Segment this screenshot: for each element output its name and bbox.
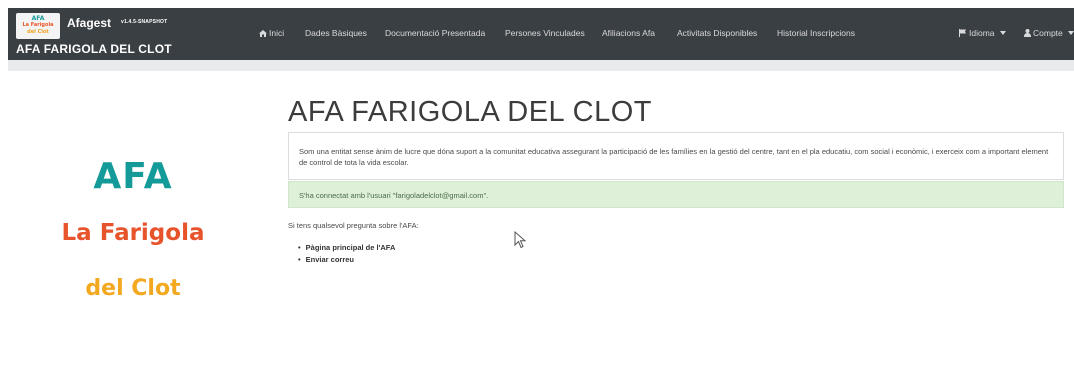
brand-logo-line3: del Clot [27,29,49,35]
question-text: Si tens qualsevol pregunta sobre l'AFA: [288,221,419,230]
flag-icon [959,29,966,37]
nav-item-dades-basiques[interactable]: Dades Bàsiques [305,28,367,38]
nav-item-historial[interactable]: Historial Inscripcions [777,28,855,38]
logo-afa-text: AFA [93,156,173,197]
brand-logo-line2: La Farigola [22,22,54,28]
navbar: AFA La Farigola del Clot Afagest v1.4.5-… [8,8,1074,60]
nav-item-label: Documentació Presentada [385,28,486,38]
entity-name: AFA FARIGOLA DEL CLOT [16,42,172,56]
alert-text: S'ha connectat amb l'usuari "farigoladel… [299,191,489,200]
app-frame: AFA La Farigola del Clot Afagest v1.4.5-… [8,8,1074,367]
caret-down-icon [1068,31,1074,35]
account-dropdown[interactable]: Compte [1024,28,1074,38]
nav-item-label: Persones Vinculades [505,28,585,38]
send-email-link[interactable]: Enviar correu [306,255,354,264]
caret-down-icon [999,31,1006,35]
account-label: Compte [1033,28,1063,38]
list-item: Pàgina principal de l'AFA [298,242,396,254]
logo-farigola-text: La Farigola [61,220,205,246]
subheader-bar [8,60,1074,71]
home-icon [259,30,267,37]
page-title: AFA FARIGOLA DEL CLOT [288,96,652,128]
contact-links: Pàgina principal de l'AFA Enviar correu [298,242,396,266]
intro-panel: Som una entitat sense ànim de lucre que … [288,132,1064,180]
brand-logo-line1: AFA [31,15,45,22]
nav-item-inici[interactable]: Inici [259,28,284,38]
nav-item-persones-vinculades[interactable]: Persones Vinculades [505,28,585,38]
nav-item-label: Inici [269,28,285,38]
nav-item-label: Activitats Disponibles [677,28,758,38]
brand-version: v1.4.5-SNAPSHOT [121,19,168,25]
nav-item-label: Historial Inscripcions [777,28,855,38]
brand-name[interactable]: Afagest [67,16,111,30]
mouse-pointer-icon [514,231,527,249]
language-dropdown[interactable]: Idioma [959,28,1008,38]
brand-logo[interactable]: AFA La Farigola del Clot [16,13,60,39]
login-success-alert: S'ha connectat amb l'usuari "farigoladel… [288,181,1064,208]
nav-item-label: Dades Bàsiques [305,28,367,38]
afa-homepage-link[interactable]: Pàgina principal de l'AFA [306,243,396,252]
list-item: Enviar correu [298,254,395,266]
nav-item-activitats[interactable]: Activitats Disponibles [677,28,757,38]
language-label: Idioma [969,28,995,38]
intro-text: Som una entitat sense ànim de lucre que … [299,147,1049,167]
nav-item-documentacio[interactable]: Documentació Presentada [385,28,485,38]
user-icon [1024,29,1031,37]
nav-item-afiliacions[interactable]: Afiliacions Afa [602,28,655,38]
nav-item-label: Afiliacions Afa [602,28,655,38]
logo-clot-text: del Clot [85,276,181,301]
